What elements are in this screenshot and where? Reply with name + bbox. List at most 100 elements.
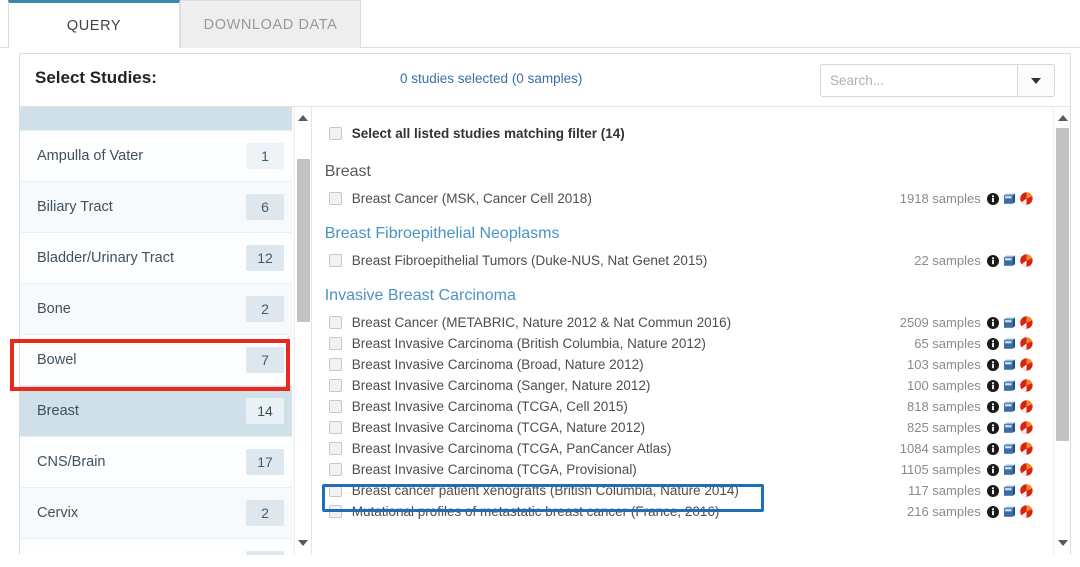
sidebar-item-breast[interactable]: Breast 14 [20, 386, 292, 437]
sidebar-item-esophagus-stomach[interactable]: Esophagus/Stomach14 [20, 539, 292, 555]
study-checkbox[interactable] [328, 505, 342, 518]
pie-chart-icon[interactable] [1019, 505, 1033, 518]
database-icon[interactable] [1003, 255, 1016, 267]
study-group-title[interactable]: Breast Fibroepithelial Neoplasms [312, 225, 1051, 243]
chevron-down-icon [1031, 77, 1041, 84]
info-icon[interactable] [986, 505, 999, 518]
info-icon[interactable] [986, 400, 999, 413]
info-icon[interactable] [986, 463, 999, 476]
studies-scrollbar[interactable] [1053, 107, 1070, 555]
study-group: Invasive Breast Carcinoma Breast Cancer (… [312, 287, 1051, 522]
study-meta: 22 samples [914, 250, 1033, 271]
info-icon[interactable] [986, 316, 999, 329]
search-input[interactable] [820, 64, 1017, 97]
database-icon[interactable] [1003, 443, 1016, 455]
study-checkbox[interactable] [328, 484, 342, 497]
study-row[interactable]: Mutational profiles of metastatic breast… [312, 501, 1051, 522]
sidebar-item-cns-brain[interactable]: CNS/Brain 17 [20, 437, 292, 488]
sidebar-scroll-thumb[interactable] [296, 159, 310, 322]
study-name: Breast Cancer (MSK, Cancer Cell 2018) [351, 191, 592, 206]
select-all-studies-row[interactable]: Select all listed studies matching filte… [312, 121, 1051, 145]
study-row[interactable]: Breast Invasive Carcinoma (British Colum… [312, 333, 1051, 354]
sidebar-scroll-up-button[interactable] [295, 109, 311, 126]
sidebar-scroll-down-button[interactable] [295, 534, 311, 551]
pie-chart-icon[interactable] [1019, 442, 1033, 455]
database-icon[interactable] [1003, 506, 1016, 518]
database-icon[interactable] [1003, 317, 1016, 329]
pie-chart-icon[interactable] [1019, 463, 1033, 476]
study-row[interactable]: Breast Cancer (METABRIC, Nature 2012 & N… [312, 312, 1051, 333]
database-icon[interactable] [1003, 464, 1016, 476]
study-checkbox[interactable] [328, 379, 342, 392]
info-icon[interactable] [986, 358, 999, 371]
study-checkbox[interactable] [328, 316, 342, 329]
database-icon[interactable] [1003, 422, 1016, 434]
info-icon[interactable] [986, 337, 999, 350]
database-icon[interactable] [1003, 193, 1016, 205]
sidebar-scrollbar[interactable] [293, 107, 311, 555]
sidebar-item-label: Ampulla of Vater [37, 148, 144, 164]
select-all-checkbox[interactable] [328, 126, 342, 140]
pie-chart-icon[interactable] [1019, 484, 1033, 497]
study-row[interactable]: Breast Invasive Carcinoma (Sanger, Natur… [312, 375, 1051, 396]
study-name: Breast cancer patient xenografts (Britis… [351, 483, 739, 498]
study-row[interactable]: Breast Invasive Carcinoma (TCGA, Provisi… [312, 459, 1051, 480]
studies-scroll-up-button[interactable] [1054, 109, 1070, 126]
sidebar-item-ampulla-of-vater[interactable]: Ampulla of Vater 1 [20, 131, 292, 182]
search-dropdown-button[interactable] [1017, 64, 1055, 97]
sidebar-item-biliary-tract[interactable]: Biliary Tract 6 [20, 182, 292, 233]
study-row[interactable]: Breast Cancer (MSK, Cancer Cell 2018) 191… [312, 188, 1051, 209]
study-row[interactable]: Breast Invasive Carcinoma (TCGA, Nature … [312, 417, 1051, 438]
study-row[interactable]: Breast Invasive Carcinoma (TCGA, Cell 20… [312, 396, 1051, 417]
studies-scroll-down-button[interactable] [1054, 534, 1070, 551]
study-checkbox[interactable] [328, 421, 342, 434]
info-icon[interactable] [986, 421, 999, 434]
pie-chart-icon[interactable] [1019, 337, 1033, 350]
cancer-type-list: Ampulla of Vater 1 Biliary Tract 6 Bladder/U… [20, 107, 292, 555]
database-icon[interactable] [1003, 401, 1016, 413]
info-icon[interactable] [986, 192, 999, 205]
study-name: Breast Invasive Carcinoma (TCGA, Cell 20… [351, 399, 628, 414]
study-sample-count: 100 samples [907, 378, 981, 393]
info-icon[interactable] [986, 379, 999, 392]
study-checkbox[interactable] [328, 337, 342, 350]
pie-chart-icon[interactable] [1019, 400, 1033, 413]
sidebar-item-bone[interactable]: Bone 2 [20, 284, 292, 335]
info-icon[interactable] [986, 254, 999, 267]
study-group-title[interactable]: Invasive Breast Carcinoma [312, 287, 1051, 305]
pie-chart-icon[interactable] [1019, 192, 1033, 205]
pie-chart-icon[interactable] [1019, 379, 1033, 392]
study-row[interactable]: Breast cancer patient xenografts (Britis… [312, 480, 1051, 501]
study-checkbox[interactable] [328, 192, 342, 205]
study-checkbox[interactable] [328, 463, 342, 476]
database-icon[interactable] [1003, 338, 1016, 350]
study-checkbox[interactable] [328, 254, 342, 267]
sidebar-item-bladder-urinary-tract[interactable]: Bladder/Urinary Tract 12 [20, 233, 292, 284]
database-icon[interactable] [1003, 485, 1016, 497]
study-sample-count: 1918 samples [899, 191, 981, 206]
database-icon[interactable] [1003, 380, 1016, 392]
tab-query[interactable]: QUERY [8, 0, 180, 48]
info-icon[interactable] [986, 484, 999, 497]
sidebar-item-label: Biliary Tract [37, 199, 113, 215]
sidebar-item-partial[interactable] [20, 107, 292, 131]
sidebar-item-cervix[interactable]: Cervix 2 [20, 488, 292, 539]
study-row[interactable]: Breast Invasive Carcinoma (TCGA, PanCanc… [312, 438, 1051, 459]
studies-scroll-thumb[interactable] [1056, 128, 1069, 441]
study-checkbox[interactable] [328, 358, 342, 371]
study-sample-count: 117 samples [907, 483, 981, 498]
info-icon[interactable] [986, 442, 999, 455]
pie-chart-icon[interactable] [1019, 421, 1033, 434]
sidebar-item-bowel[interactable]: Bowel 7 [20, 335, 292, 386]
study-meta: 100 samples [907, 375, 1033, 396]
tab-download-data[interactable]: DOWNLOAD DATA [180, 0, 361, 48]
study-checkbox[interactable] [328, 442, 342, 455]
study-meta: 65 samples [914, 333, 1033, 354]
pie-chart-icon[interactable] [1019, 316, 1033, 329]
study-row[interactable]: Breast Invasive Carcinoma (Broad, Nature… [312, 354, 1051, 375]
study-checkbox[interactable] [328, 400, 342, 413]
study-row[interactable]: Breast Fibroepithelial Tumors (Duke-NUS,… [312, 250, 1051, 271]
database-icon[interactable] [1003, 359, 1016, 371]
pie-chart-icon[interactable] [1019, 254, 1033, 267]
pie-chart-icon[interactable] [1019, 358, 1033, 371]
